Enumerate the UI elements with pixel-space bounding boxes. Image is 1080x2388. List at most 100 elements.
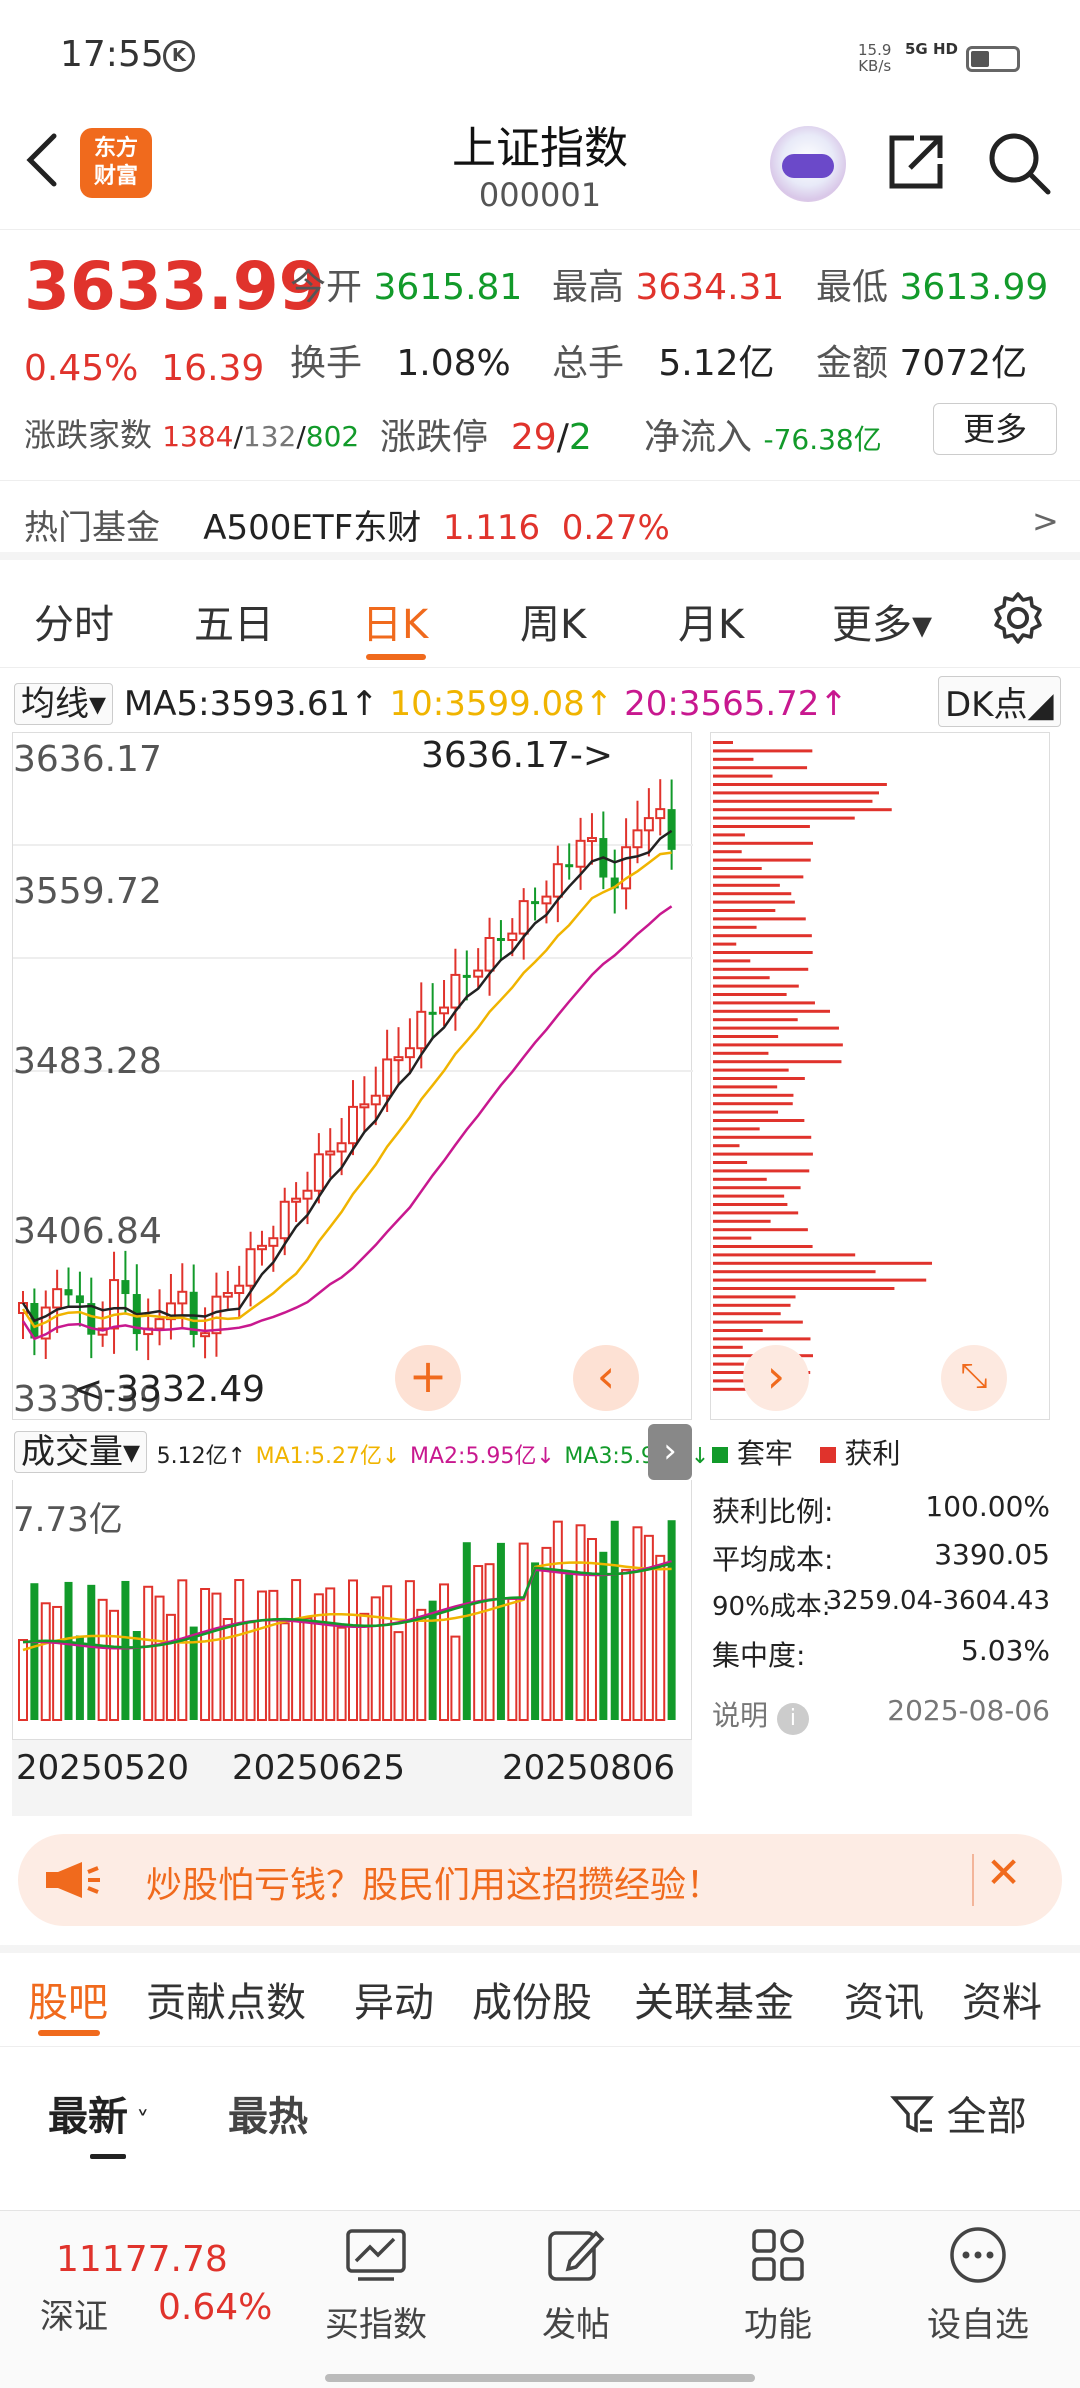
tab-news[interactable]: 资讯 xyxy=(844,1970,924,2028)
chip-bar xyxy=(713,1144,740,1148)
index-name[interactable]: 深证 xyxy=(40,2289,108,2338)
chevron-right-icon[interactable]: > xyxy=(1032,502,1059,540)
candle xyxy=(565,864,574,868)
chip-bar xyxy=(713,1203,788,1206)
amount-field: 金额 7072亿 xyxy=(816,343,1028,384)
turnover-field: 换手 1.08% xyxy=(290,343,511,384)
volume-bar xyxy=(348,1579,358,1722)
tab-daily-k[interactable]: 日K xyxy=(362,592,428,650)
index-pct[interactable]: 0.64% xyxy=(158,2287,272,2328)
kline-chart[interactable]: 3636.17 3559.72 3483.28 3406.84 3330.39 … xyxy=(12,732,693,1420)
chip-bar xyxy=(713,1345,743,1349)
volume-bar xyxy=(177,1579,188,1721)
post-button[interactable]: 发帖 xyxy=(506,2297,646,2346)
chip-bar xyxy=(713,757,754,761)
more-dots-icon[interactable] xyxy=(948,2225,1008,2285)
index-value[interactable]: 11177.78 xyxy=(56,2239,228,2280)
tab-profile[interactable]: 资料 xyxy=(962,1970,1042,2028)
chip-bar xyxy=(713,925,757,929)
volume-bar xyxy=(211,1592,222,1721)
chip-bar xyxy=(713,1245,813,1248)
volume-selector[interactable]: 成交量▾ xyxy=(14,1431,148,1473)
add-icon[interactable]: + xyxy=(395,1345,461,1411)
y-tick-4: 3406.84 xyxy=(13,1211,162,1252)
candle xyxy=(359,1103,370,1109)
filter-button[interactable]: 全部 xyxy=(890,2084,1027,2142)
functions-button[interactable]: 功能 xyxy=(708,2297,848,2346)
search-icon[interactable] xyxy=(984,128,1054,198)
chip-note[interactable]: 说明 i xyxy=(712,1694,809,1735)
ma-line xyxy=(21,905,673,1341)
tab-forum[interactable]: 股吧 xyxy=(28,1970,108,2028)
home-indicator xyxy=(325,2374,755,2382)
tab-related-funds[interactable]: 关联基金 xyxy=(634,1970,794,2028)
dk-point-button[interactable]: DK点◢ xyxy=(938,676,1061,727)
apps-icon[interactable] xyxy=(748,2225,808,2285)
tab-constituents[interactable]: 成份股 xyxy=(472,1970,592,2028)
promo-banner[interactable]: 炒股怕亏钱？股民们用这招攒经验！ ✕ xyxy=(18,1834,1062,1926)
ma-selector[interactable]: 均线▾ xyxy=(14,683,114,725)
chip-bar xyxy=(713,1152,813,1156)
volume-bar xyxy=(121,1580,130,1720)
candle xyxy=(348,1105,358,1145)
chip-bar xyxy=(713,833,745,837)
buy-index-button[interactable]: 买指数 xyxy=(306,2297,446,2346)
candle xyxy=(154,1318,165,1330)
candle xyxy=(643,817,654,832)
share-icon[interactable] xyxy=(884,130,948,194)
candle xyxy=(64,1289,73,1296)
close-icon[interactable]: ✕ xyxy=(986,1848,1021,1897)
chip-bar xyxy=(713,1320,803,1324)
candle xyxy=(245,1248,256,1287)
banner-text[interactable]: 炒股怕亏钱？股民们用这招攒经验！ xyxy=(146,1856,722,1908)
volume-bar xyxy=(462,1542,471,1720)
tab-intraday[interactable]: 分时 xyxy=(34,592,114,650)
chip-bar xyxy=(713,1077,805,1080)
volume-chart[interactable]: 7.73亿 xyxy=(12,1480,692,1740)
tab-contribution[interactable]: 贡献点数 xyxy=(146,1970,306,2028)
chip-bar xyxy=(713,1127,760,1131)
tab-movement[interactable]: 异动 xyxy=(354,1970,434,2028)
tab-5day[interactable]: 五日 xyxy=(194,592,274,650)
chip-bar xyxy=(713,1018,798,1022)
y-tick-3: 3483.28 xyxy=(13,1041,162,1082)
more-button[interactable]: 更多 xyxy=(933,403,1057,455)
chip-bar xyxy=(713,1043,843,1047)
expand-icon[interactable]: ⤡ xyxy=(941,1345,1007,1411)
candle xyxy=(222,1291,233,1298)
hot-fund-row[interactable]: 热门基金 A500ETF东财 1.116 0.27% xyxy=(24,500,670,549)
gear-icon[interactable] xyxy=(990,590,1046,646)
chart-buy-icon[interactable] xyxy=(344,2227,408,2287)
candle xyxy=(302,1189,313,1200)
status-bar: 17:55 K 15.9 KB/s 5G HD xyxy=(0,0,1080,110)
chip-bar xyxy=(713,883,780,887)
candle xyxy=(632,829,643,849)
candle xyxy=(325,1150,336,1156)
chip-bar xyxy=(713,967,809,971)
volume-bar xyxy=(621,1568,632,1721)
info-icon[interactable]: i xyxy=(776,1703,809,1735)
tab-monthly-k[interactable]: 月K xyxy=(678,592,744,650)
chip-bar xyxy=(713,1068,789,1072)
chip-value-1: 3390.05 xyxy=(934,1538,1050,1571)
chip-bar xyxy=(713,984,799,988)
limit-field: 涨跌停 29/2 xyxy=(380,417,592,458)
chip-bar xyxy=(713,1085,778,1089)
ai-assistant-icon[interactable] xyxy=(770,126,846,202)
candle xyxy=(552,863,563,898)
edit-icon[interactable] xyxy=(546,2225,606,2285)
expand-panel-icon[interactable]: › xyxy=(648,1424,692,1480)
volume-ma-line xyxy=(22,1561,672,1652)
chevron-left-icon[interactable]: ‹ xyxy=(573,1345,639,1411)
tab-weekly-k[interactable]: 周K xyxy=(520,592,586,650)
ma-legend: 均线▾ MA5:3593.61↑ 10:3599.08↑ 20:3565.72↑ xyxy=(14,676,848,725)
tab-more[interactable]: 更多▾ xyxy=(832,592,932,650)
chevron-right-icon[interactable]: › xyxy=(743,1345,809,1411)
candle xyxy=(200,1332,211,1338)
sort-hot[interactable]: 最热 xyxy=(228,2084,308,2142)
volume-bar xyxy=(575,1524,586,1722)
candle xyxy=(450,973,461,1009)
sort-latest[interactable]: 最新 ˅ xyxy=(48,2084,149,2142)
candle xyxy=(655,808,666,820)
add-watchlist-button[interactable]: 设自选 xyxy=(908,2297,1048,2346)
